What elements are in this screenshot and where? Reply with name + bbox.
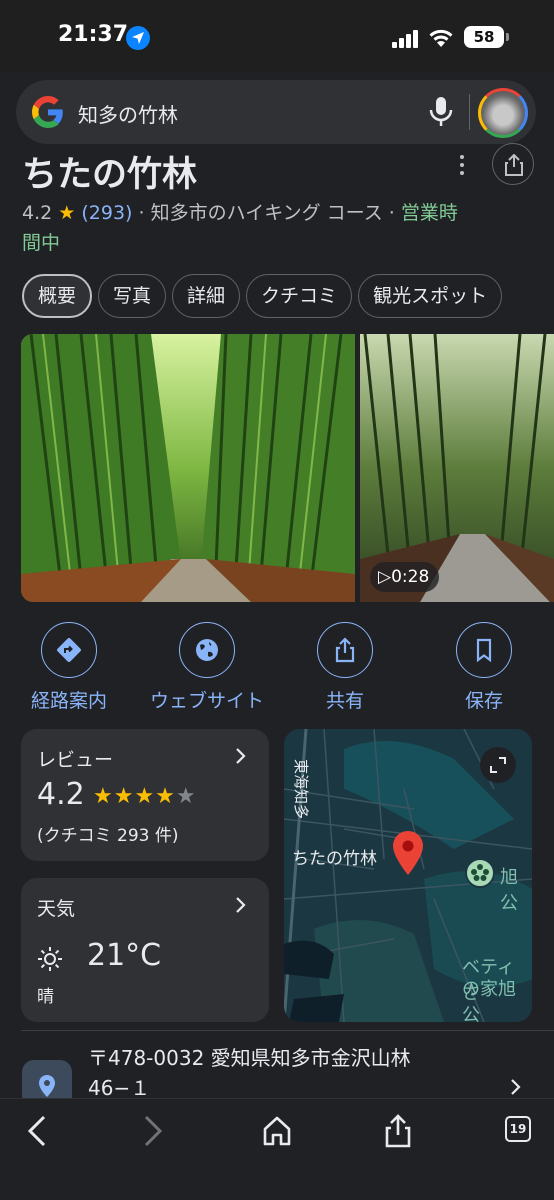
section-divider: [21, 1030, 554, 1031]
more-options-icon[interactable]: [452, 153, 472, 177]
location-arrow-icon: [126, 26, 150, 50]
map-expand-button[interactable]: [480, 747, 516, 783]
share-action-button[interactable]: 共有: [285, 622, 405, 713]
status-time: 21:37: [58, 22, 129, 47]
battery-icon: 58: [464, 26, 504, 48]
open-status: 営業時: [400, 202, 458, 224]
share-button[interactable]: [492, 143, 534, 185]
tab-switcher-button[interactable]: 19: [505, 1116, 531, 1142]
share-icon: [505, 154, 523, 176]
globe-icon: [196, 639, 218, 661]
sun-icon: [38, 947, 62, 971]
map-preview[interactable]: 東海知多 ちたの竹林 旭公 ベティさ の家旭公: [284, 729, 532, 1022]
map-poi-label: 旭公: [500, 867, 518, 914]
weather-card-title: 天気: [37, 898, 76, 920]
chevron-right-icon: [236, 748, 246, 764]
google-logo-icon: [32, 96, 63, 128]
tab-reviews[interactable]: クチコミ: [246, 274, 353, 318]
tab-overview[interactable]: 概要: [22, 274, 93, 318]
weather-condition: 晴: [37, 987, 54, 1007]
weather-temperature: 21°C: [87, 938, 162, 973]
tab-details[interactable]: 詳細: [172, 274, 241, 318]
battery-tip: [506, 33, 509, 41]
bookmark-icon: [476, 638, 492, 663]
place-meta: 4.2 ★ (293) · 知多市のハイキング コース · 営業時: [22, 200, 458, 226]
address-line-2[interactable]: 46−１: [88, 1072, 150, 1101]
search-divider: [469, 94, 470, 130]
star-icon: ★: [58, 202, 76, 224]
review-count-link[interactable]: (293): [81, 202, 132, 224]
back-icon[interactable]: [20, 1113, 56, 1149]
expand-icon: [490, 757, 506, 773]
chevron-right-icon[interactable]: [510, 1078, 522, 1096]
save-button[interactable]: 保存: [424, 622, 544, 713]
map-pin-icon: [393, 831, 423, 875]
directions-button[interactable]: 経路案内: [9, 622, 129, 713]
weather-card[interactable]: 天気 21°C 晴: [21, 878, 269, 1022]
video-duration-badge: ▷0:28: [370, 562, 440, 592]
search-input[interactable]: 知多の竹林: [78, 99, 178, 128]
rating-value: 4.2: [22, 202, 53, 224]
review-count: (クチコミ 293 件): [37, 826, 179, 846]
forward-icon[interactable]: [134, 1113, 170, 1149]
directions-label: 経路案内: [30, 690, 107, 712]
place-title: ちたの竹林: [22, 155, 198, 195]
microphone-icon[interactable]: [428, 96, 454, 128]
save-label: 保存: [464, 690, 503, 712]
bottom-toolbar: [0, 1098, 554, 1200]
home-icon[interactable]: [259, 1113, 295, 1149]
website-button[interactable]: ウェブサイト: [147, 622, 267, 713]
chevron-right-icon: [236, 897, 246, 913]
rating-stars: ★★★★★: [93, 784, 197, 809]
search-bar[interactable]: 知多の竹林: [16, 80, 536, 144]
tab-photos[interactable]: 写真: [98, 274, 167, 318]
status-bar: 21:37 58: [0, 0, 554, 72]
review-card[interactable]: レビュー 4.2 ★★★★★ (クチコミ 293 件): [21, 729, 269, 861]
share-icon[interactable]: [380, 1113, 416, 1149]
photo-bamboo-path[interactable]: [21, 334, 355, 602]
place-category: · 知多市のハイキング コース ·: [138, 202, 395, 224]
website-label: ウェブサイト: [149, 690, 264, 712]
map-place-label: ちたの竹林: [292, 849, 377, 869]
place-tabs: 概要 写真 詳細 クチコミ 観光スポット: [22, 274, 554, 320]
directions-icon: [57, 638, 81, 662]
review-card-title: レビュー: [37, 749, 114, 771]
tab-spots[interactable]: 観光スポット: [358, 274, 503, 318]
share-icon: [335, 637, 355, 663]
profile-avatar[interactable]: [478, 88, 528, 138]
map-road-label: 東海知多: [292, 759, 310, 820]
map-poi-2-line2: の家旭公: [462, 979, 516, 1022]
share-label: 共有: [325, 690, 364, 712]
wifi-icon: [429, 29, 453, 47]
play-icon: ▷: [378, 567, 392, 587]
park-poi-icon: [465, 858, 495, 888]
signal-bars-icon: [392, 30, 418, 48]
open-status-cont: 間中: [22, 232, 61, 254]
review-rating: 4.2: [37, 777, 85, 812]
address-line-1[interactable]: 〒478-0032 愛知県知多市金沢山林: [88, 1042, 411, 1071]
